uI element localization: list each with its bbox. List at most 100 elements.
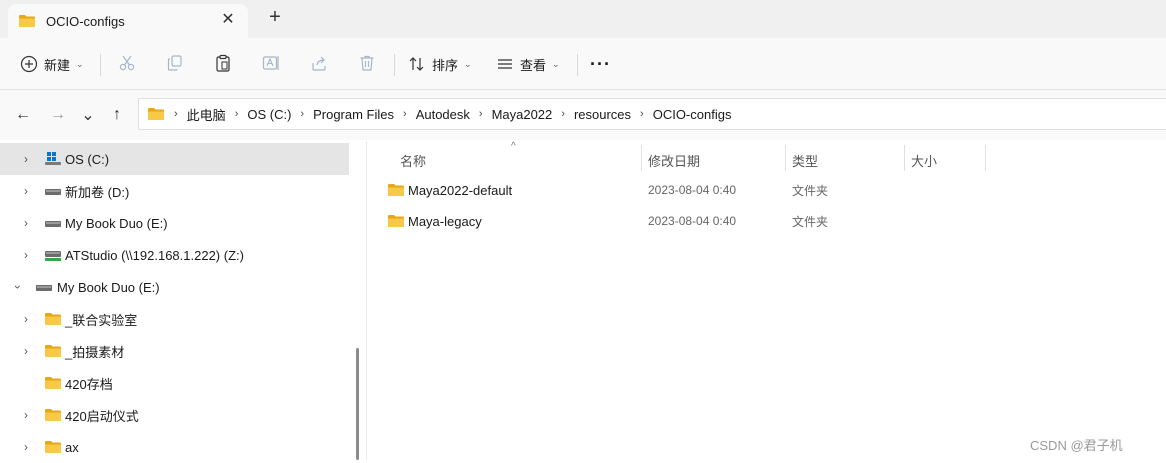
file-row[interactable]: Maya-legacy 2023-08-04 0:40 文件夹 [379,206,1166,236]
column-separator[interactable] [985,145,986,171]
sidebar-item-folder[interactable]: › _拍摄素材 [0,335,349,367]
drive-icon [36,285,52,291]
new-tab-button[interactable]: + [262,6,288,30]
folder-icon [45,441,61,453]
file-list: ^ 名称 修改日期 类型 大小 Maya2022-default 2023-08… [367,141,1166,460]
sidebar-item-folder[interactable]: › ax [0,431,349,463]
sidebar-scrollbar-thumb[interactable] [356,348,359,460]
sidebar-item-label: _拍摄素材 [65,344,125,360]
address-row: ← → ⌄ ↑ › 此电脑 › OS (C:) › Program Files … [0,90,1166,140]
breadcrumb-item[interactable]: resources [574,107,631,122]
folder-icon [45,377,61,389]
tab-title: OCIO-configs [46,13,125,29]
view-button-label: 查看 [520,57,547,73]
sidebar-item-folder[interactable]: › _联合实验室 [0,303,349,335]
clipboard-icon [216,54,230,72]
view-button[interactable]: 查看 ⌄ [496,48,560,80]
folder-icon [388,184,404,196]
paste-button[interactable] [210,50,236,76]
sidebar-item-folder[interactable]: 420存档 [0,367,349,399]
chevron-right-icon[interactable]: › [19,216,33,230]
share-button[interactable] [306,50,332,76]
drive-icon [45,189,61,195]
delete-button[interactable] [354,50,380,76]
breadcrumb-separator[interactable]: › [479,108,483,120]
breadcrumb-separator[interactable]: › [235,108,239,120]
breadcrumb-item[interactable]: Autodesk [416,107,470,122]
file-type: 文件夹 [792,183,829,198]
new-button-label: 新建 [44,57,71,73]
tab-ocio-configs[interactable]: OCIO-configs ✕ [8,4,248,38]
more-options-button[interactable]: ··· [590,48,611,80]
sort-button[interactable]: 排序 ⌄ [408,48,472,80]
chevron-right-icon[interactable]: › [19,184,33,198]
network-drive-icon [45,251,61,261]
navigation-pane: › OS (C:) › 新加卷 (D:) › My Book Duo (E:) … [0,141,360,460]
folder-icon [45,313,61,325]
drive-icon [45,221,61,227]
breadcrumb-item[interactable]: Maya2022 [492,107,553,122]
file-modified: 2023-08-04 0:40 [648,183,737,197]
file-type: 文件夹 [792,214,829,229]
sort-ascending-icon: ^ [511,141,516,152]
toolbar-divider [577,54,578,76]
sidebar-item-e[interactable]: › My Book Duo (E:) [0,207,349,239]
scissors-icon [119,55,135,71]
forward-button[interactable]: → [46,103,70,127]
column-header-type[interactable]: 类型 [792,147,818,173]
breadcrumb-separator[interactable]: › [300,108,304,120]
command-bar: 新建 ⌄ 排序 ⌄ 查看 ⌄ ··· [0,38,1166,90]
cut-button[interactable] [114,50,140,76]
chevron-right-icon[interactable]: › [19,248,33,262]
breadcrumb-item[interactable]: OS (C:) [247,107,291,122]
breadcrumb-separator[interactable]: › [561,108,565,120]
copy-button[interactable] [162,50,188,76]
watermark: CSDN @君子机 [1030,438,1123,453]
chevron-right-icon[interactable]: › [19,440,33,454]
column-separator[interactable] [785,145,786,171]
chevron-down-icon[interactable]: › [11,280,25,294]
chevron-right-icon[interactable]: › [19,408,33,422]
chevron-down-icon: ⌄ [464,58,472,69]
breadcrumb-item[interactable]: Program Files [313,107,394,122]
file-row[interactable]: Maya2022-default 2023-08-04 0:40 文件夹 [379,175,1166,205]
sidebar-item-my-book-duo[interactable]: › My Book Duo (E:) [0,271,349,303]
up-button[interactable]: ↑ [105,103,129,127]
sidebar-item-folder[interactable]: › 420启动仪式 [0,399,349,431]
column-header-size[interactable]: 大小 [911,147,937,173]
back-button[interactable]: ← [11,103,35,127]
folder-icon [148,108,164,120]
chevron-right-icon[interactable]: › [19,312,33,326]
column-separator[interactable] [904,145,905,171]
address-bar[interactable]: › 此电脑 › OS (C:) › Program Files › Autode… [138,98,1166,130]
sidebar-item-atstudio[interactable]: › ATStudio (\\192.168.1.222) (Z:) [0,239,349,271]
chevron-right-icon[interactable]: › [19,344,33,358]
breadcrumb-separator[interactable]: › [640,108,644,120]
chevron-right-icon[interactable]: › [19,152,33,166]
recent-locations-button[interactable]: ⌄ [76,103,100,127]
toolbar-divider [394,54,395,76]
breadcrumb-separator[interactable]: › [174,108,178,120]
sidebar-item-label: 420存档 [65,376,113,392]
breadcrumb-item[interactable]: OCIO-configs [653,107,732,122]
sort-icon [409,57,424,71]
column-header-modified[interactable]: 修改日期 [648,147,700,173]
sidebar-item-label: My Book Duo (E:) [57,279,160,295]
file-modified: 2023-08-04 0:40 [648,214,737,228]
sidebar-item-label: My Book Duo (E:) [65,215,168,231]
new-button[interactable]: 新建 ⌄ [20,48,84,80]
rename-button[interactable] [258,50,284,76]
breadcrumb-item[interactable]: 此电脑 [187,105,226,124]
close-tab-icon[interactable]: ✕ [218,10,238,30]
sidebar-item-label: _联合实验室 [65,312,138,328]
folder-icon [388,215,404,227]
sidebar-item-os-c[interactable]: › OS (C:) [0,143,349,175]
tab-bar: OCIO-configs ✕ + [0,0,1166,38]
column-header-name[interactable]: 名称 [400,147,426,173]
sidebar-item-d[interactable]: › 新加卷 (D:) [0,175,349,207]
windows-drive-icon [45,152,61,165]
breadcrumb-separator[interactable]: › [403,108,407,120]
column-separator[interactable] [641,145,642,171]
folder-icon [19,15,35,27]
share-icon [312,56,326,71]
